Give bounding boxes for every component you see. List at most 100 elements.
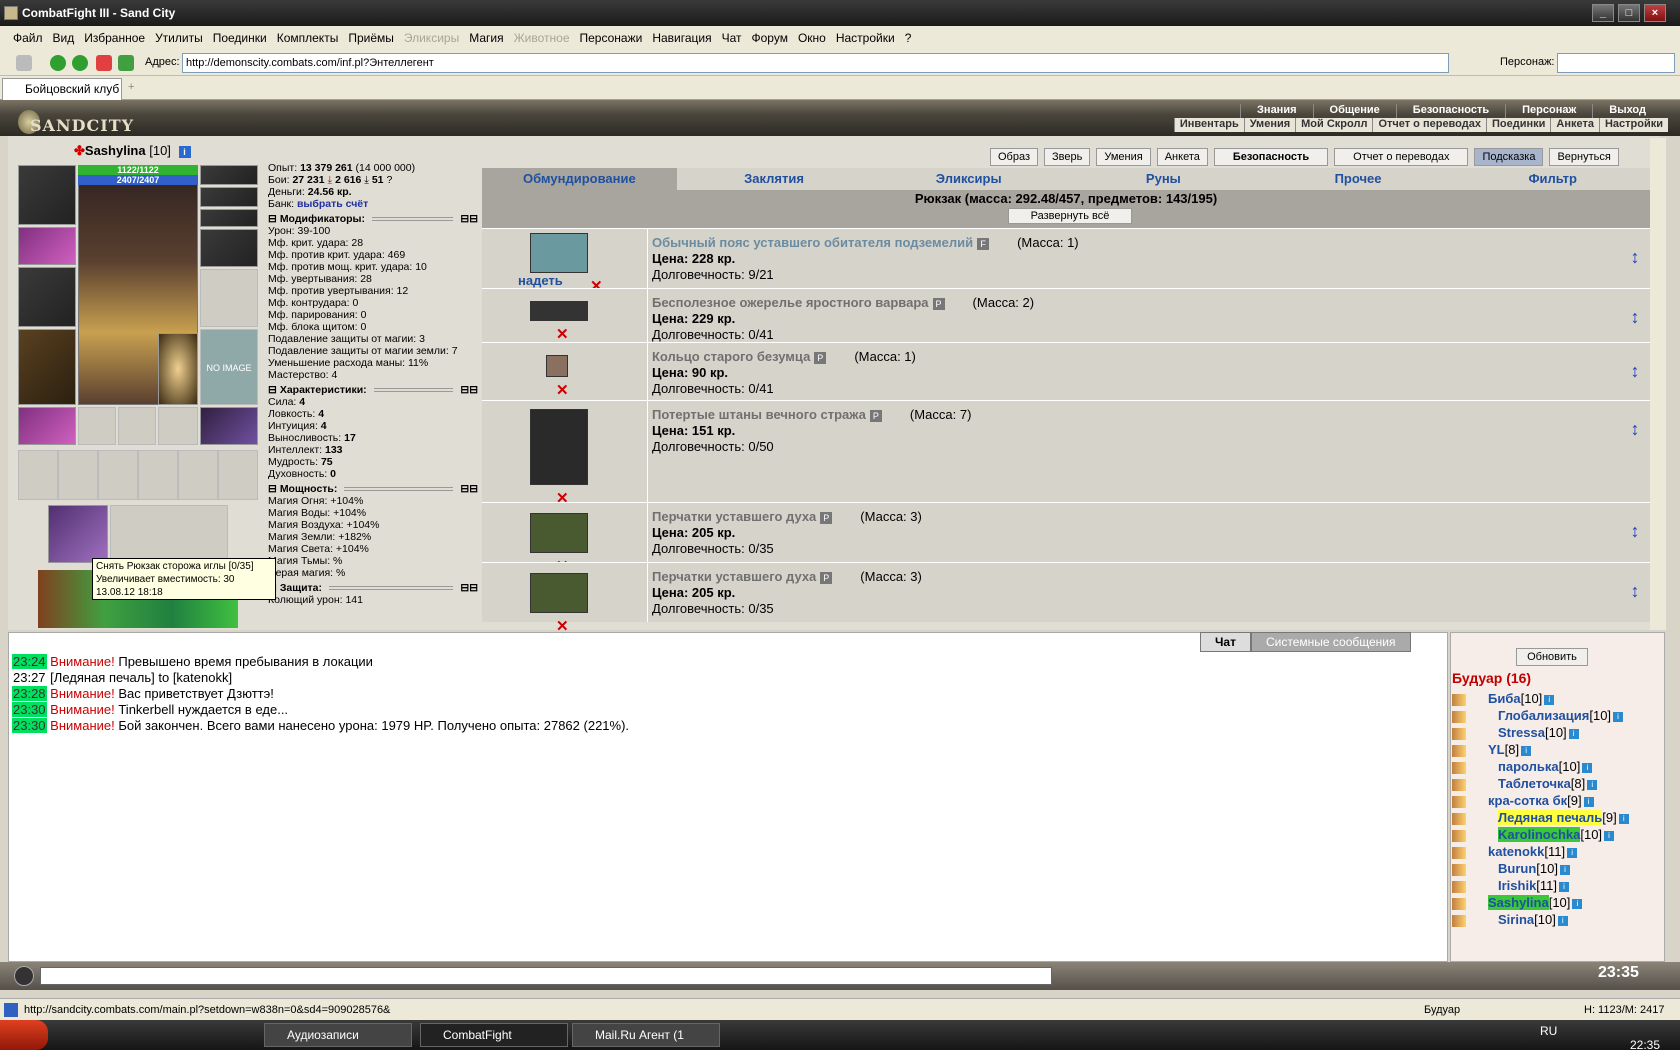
user-info-icon[interactable]: i	[1559, 881, 1570, 892]
inventory-tab[interactable]: Обмундирование	[482, 168, 677, 190]
user-name[interactable]: Таблеточка	[1498, 776, 1571, 791]
user-status-icon[interactable]	[1452, 795, 1466, 808]
maximize-button[interactable]: □	[1618, 4, 1640, 22]
persona-select[interactable]	[1557, 53, 1675, 73]
chat-time[interactable]: 23:30	[12, 702, 47, 717]
menu-item[interactable]: Поединки	[208, 26, 272, 50]
menu-item[interactable]: Эликсиры	[399, 26, 464, 50]
back-icon[interactable]	[50, 55, 66, 71]
user-row[interactable]: Глобализация[10] i	[1452, 707, 1624, 724]
slot-no-image[interactable]: NO IMAGE	[200, 329, 258, 405]
user-name[interactable]: katenokk	[1488, 844, 1544, 859]
chat-input[interactable]	[40, 967, 1052, 985]
user-info-icon[interactable]: i	[1572, 898, 1583, 909]
inventory-tab[interactable]: Заклятия	[677, 168, 872, 190]
slot-armor[interactable]	[18, 329, 76, 405]
taskbar-task[interactable]: CombatFight	[420, 1023, 568, 1047]
stop-icon[interactable]	[96, 55, 112, 71]
user-info-icon[interactable]: i	[1618, 813, 1629, 824]
user-info-icon[interactable]: i	[1583, 796, 1594, 807]
smile-icon[interactable]	[14, 966, 34, 986]
chat-time[interactable]: 23:30	[12, 718, 47, 733]
minimize-button[interactable]: _	[1592, 4, 1614, 22]
user-row[interactable]: Таблеточка[8] i	[1452, 775, 1598, 792]
user-status-icon[interactable]	[1452, 863, 1466, 876]
user-row[interactable]: Биба[10] i	[1452, 690, 1555, 707]
user-name[interactable]: кра-сотка бк	[1488, 793, 1567, 808]
chars-header[interactable]: ⊟ Характеристики: ⊟⊟	[268, 384, 478, 396]
menu-item[interactable]: Избранное	[79, 26, 150, 50]
menu-item[interactable]: Животное	[509, 26, 575, 50]
top-button[interactable]: Безопасность	[1213, 148, 1329, 166]
item-image[interactable]	[530, 573, 588, 613]
user-info-icon[interactable]: i	[1604, 830, 1615, 841]
top-nav-link[interactable]: Безопасность	[1395, 104, 1505, 118]
menu-item[interactable]: Утилиты	[150, 26, 208, 50]
user-name[interactable]: Биба	[1488, 691, 1521, 706]
sub-nav-link[interactable]: Мой Скролл	[1295, 118, 1372, 132]
item-image[interactable]	[530, 409, 588, 485]
sub-nav-link[interactable]: Отчет о переводах	[1372, 118, 1486, 132]
user-status-icon[interactable]	[1452, 914, 1466, 927]
move-item-icon[interactable]: ↕	[1628, 522, 1642, 561]
slot-small-3[interactable]	[158, 407, 198, 445]
bank-link[interactable]: выбрать счёт	[297, 198, 368, 210]
menu-item[interactable]: Вид	[48, 26, 80, 50]
user-info-icon[interactable]: i	[1568, 728, 1579, 739]
user-name[interactable]: Burun	[1498, 861, 1536, 876]
move-item-icon[interactable]: ↕	[1628, 582, 1642, 621]
user-name[interactable]: Sashylina	[1488, 895, 1549, 910]
chat-time[interactable]: 23:28	[12, 686, 47, 701]
user-row[interactable]: Karolinochka[10] i	[1452, 826, 1615, 843]
item-name[interactable]: Кольцо старого безумца	[652, 349, 810, 364]
address-input[interactable]: http://demonscity.combats.com/inf.pl?Энт…	[182, 53, 1449, 73]
menu-item[interactable]: Файл	[8, 26, 48, 50]
expand-all-button[interactable]: Развернуть всё	[1008, 208, 1132, 224]
delete-item-icon[interactable]: ✕	[556, 381, 569, 399]
user-info-icon[interactable]: i	[1567, 847, 1578, 858]
pin-icon[interactable]	[16, 55, 32, 71]
top-button[interactable]: Подсказка	[1474, 148, 1544, 166]
user-name[interactable]: Глобализация	[1498, 708, 1589, 723]
scroll-slots[interactable]	[18, 450, 258, 500]
user-row[interactable]: Stressa[10] i	[1452, 724, 1579, 741]
taskbar-task[interactable]: Аудиозаписи Алекса...	[264, 1023, 412, 1047]
user-name[interactable]: Sirina	[1498, 912, 1534, 927]
user-info-icon[interactable]: i	[1613, 711, 1624, 722]
top-button[interactable]: Образ	[990, 148, 1039, 166]
user-row[interactable]: YL[8] i	[1452, 741, 1532, 758]
refresh-icon[interactable]	[118, 55, 134, 71]
chat-tab[interactable]: Системные сообщения	[1250, 632, 1411, 652]
chat-time[interactable]: 23:27	[12, 670, 47, 685]
menu-item[interactable]: Навигация	[647, 26, 716, 50]
taskbar-task[interactable]: Mail.Ru Агент (1 вкла...	[572, 1023, 720, 1047]
new-tab-icon[interactable]: +	[128, 81, 134, 93]
user-status-icon[interactable]	[1452, 829, 1466, 842]
inventory-tab[interactable]: Фильтр	[1455, 168, 1650, 190]
power-header[interactable]: ⊟ Мощность: ⊟⊟	[268, 483, 478, 495]
top-button[interactable]: Отчет о переводах	[1334, 148, 1469, 166]
user-info-icon[interactable]: i	[1587, 779, 1598, 790]
inventory-tab[interactable]: Прочее	[1261, 168, 1456, 190]
refresh-button[interactable]: Обновить	[1516, 648, 1588, 666]
slot-boots[interactable]	[200, 407, 258, 445]
menu-item[interactable]: Комплекты	[272, 26, 344, 50]
slot-small-1[interactable]	[78, 407, 116, 445]
wear-link[interactable]: надеть	[518, 273, 563, 288]
user-info-icon[interactable]: i	[1559, 864, 1570, 875]
top-nav-link[interactable]: Общение	[1312, 104, 1396, 118]
lang-indicator[interactable]: RU	[1540, 1024, 1557, 1038]
top-button[interactable]: Анкета	[1156, 148, 1208, 166]
inventory-tab[interactable]: Руны	[1066, 168, 1261, 190]
user-row[interactable]: кра-сотка бк[9] i	[1452, 792, 1594, 809]
user-info-icon[interactable]: i	[1521, 745, 1532, 756]
item-name[interactable]: Перчатки уставшего духа	[652, 509, 816, 524]
top-button[interactable]: Зверь	[1044, 148, 1091, 166]
user-status-icon[interactable]	[1452, 744, 1466, 757]
slot-amulet[interactable]	[200, 187, 258, 207]
user-info-icon[interactable]: i	[1557, 915, 1568, 926]
move-item-icon[interactable]: ↕	[1628, 420, 1642, 459]
menu-item[interactable]: Форум	[747, 26, 793, 50]
user-status-icon[interactable]	[1452, 710, 1466, 723]
forward-icon[interactable]	[72, 55, 88, 71]
